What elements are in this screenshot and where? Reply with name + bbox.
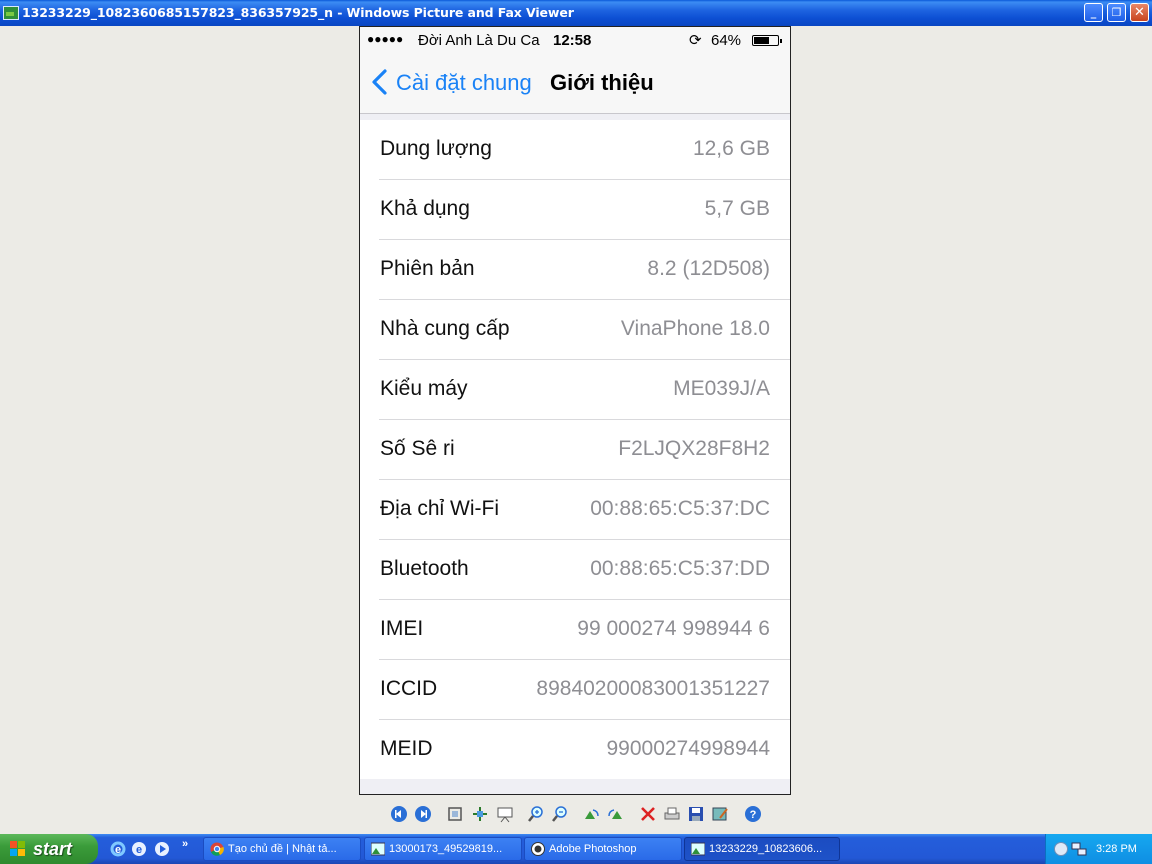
windows-logo-icon (10, 841, 25, 856)
task-label: Tạo chủ đề | Nhật tả... (228, 843, 337, 855)
picture-viewer-icon (691, 842, 705, 856)
taskbar-button-image-2[interactable]: 13233229_10823606... (684, 837, 840, 861)
quick-launch-overflow-icon[interactable]: » (182, 838, 188, 850)
row-value: 99 000274 998944 6 (577, 617, 770, 640)
row-value: ME039J/A (673, 377, 770, 400)
row-label: Nhà cung cấp (380, 317, 510, 340)
rotation-lock-icon: ⟳ (689, 32, 702, 49)
svg-text:?: ? (750, 809, 757, 821)
slideshow-icon[interactable] (496, 805, 514, 823)
table-row: Địa chỉ Wi-Fi 00:88:65:C5:37:DC (379, 480, 790, 540)
taskbar-button-chrome[interactable]: Tạo chủ đề | Nhật tả... (203, 837, 361, 861)
taskbar-button-image-1[interactable]: 13000173_49529819... (364, 837, 522, 861)
carrier-name: Đời Anh Là Du Ca (418, 32, 540, 49)
zoom-out-icon[interactable] (551, 805, 569, 823)
row-value: 00:88:65:C5:37:DD (590, 557, 770, 580)
best-fit-icon[interactable] (446, 805, 464, 823)
picture-viewer-icon (371, 842, 385, 856)
row-value: 99000274998944 (606, 737, 770, 760)
taskbar-clock: 3:28 PM (1096, 843, 1137, 855)
row-label: Kiểu máy (380, 377, 468, 400)
chrome-icon (210, 842, 224, 856)
table-row: Bluetooth 00:88:65:C5:37:DD (379, 540, 790, 600)
battery-icon (752, 35, 782, 46)
next-image-icon[interactable] (414, 805, 432, 823)
zoom-in-icon[interactable] (527, 805, 545, 823)
media-player-icon[interactable] (154, 841, 170, 857)
back-button-label[interactable]: Cài đặt chung (396, 70, 532, 96)
row-label: Bluetooth (380, 557, 469, 580)
row-label: Phiên bản (380, 257, 475, 280)
ios-navigation-bar: Cài đặt chung Giới thiệu (360, 55, 790, 114)
row-value: VinaPhone 18.0 (620, 317, 770, 340)
network-icon[interactable] (1071, 841, 1087, 857)
ios-status-bar: ●●●●● Đời Anh Là Du Ca 12:58 ⟳ 64% (360, 27, 790, 55)
tray-expand-icon[interactable] (1054, 842, 1068, 856)
row-label: MEID (380, 737, 433, 760)
print-icon[interactable] (663, 805, 681, 823)
row-label: IMEI (380, 617, 424, 640)
battery-percent: 64% (711, 32, 742, 49)
table-row: Phiên bản 8.2 (12D508) (379, 240, 790, 300)
back-chevron-icon[interactable] (371, 69, 389, 95)
row-value: F2LJQX28F8H2 (618, 437, 770, 460)
window-title-bar[interactable]: 13233229_1082360685157823_836357925_n - … (0, 0, 1152, 26)
table-row: Khả dụng 5,7 GB (379, 180, 790, 240)
start-label: start (33, 839, 73, 859)
save-icon[interactable] (687, 805, 705, 823)
task-label: 13000173_49529819... (389, 843, 503, 855)
row-label: Địa chỉ Wi-Fi (380, 497, 499, 520)
table-row: Dung lượng 12,6 GB (379, 120, 790, 180)
table-row: Số Sê ri F2LJQX28F8H2 (379, 420, 790, 480)
row-label: Dung lượng (380, 137, 492, 160)
page-title: Giới thiệu (550, 70, 654, 95)
row-label: ICCID (380, 677, 438, 700)
start-button[interactable]: start (0, 834, 98, 864)
minimize-button[interactable]: _ (1084, 3, 1103, 22)
table-row: ICCID 89840200083001351227 (379, 660, 790, 720)
table-row: IMEI 99 000274 998944 6 (379, 600, 790, 660)
rotate-clockwise-icon[interactable] (583, 805, 601, 823)
restore-button[interactable]: ❐ (1107, 3, 1126, 22)
task-label: 13233229_10823606... (709, 843, 823, 855)
row-value: 12,6 GB (692, 137, 770, 160)
battery-level (754, 37, 769, 44)
actual-size-icon[interactable] (471, 805, 489, 823)
table-row: Kiểu máy ME039J/A (379, 360, 790, 420)
window-title: 13233229_1082360685157823_836357925_n - … (22, 5, 574, 20)
row-label: Số Sê ri (380, 437, 455, 460)
row-value: 00:88:65:C5:37:DC (590, 497, 770, 520)
taskbar-button-photoshop[interactable]: Adobe Photoshop (524, 837, 682, 861)
row-value: 8.2 (12D508) (647, 257, 770, 280)
signal-strength-icon: ●●●●● (367, 32, 404, 46)
previous-image-icon[interactable] (390, 805, 408, 823)
delete-icon[interactable] (639, 805, 657, 823)
svg-text:e: e (136, 844, 142, 856)
task-label: Adobe Photoshop (549, 843, 637, 855)
row-value: 89840200083001351227 (536, 677, 770, 700)
row-value: 5,7 GB (704, 197, 770, 220)
minimize-icon: _ (1090, 6, 1097, 19)
displayed-image: ●●●●● Đời Anh Là Du Ca 12:58 ⟳ 64% Cài đ… (359, 26, 791, 795)
photoshop-icon (531, 842, 545, 856)
help-icon[interactable]: ? (744, 805, 762, 823)
row-label: Khả dụng (380, 197, 470, 220)
table-row: MEID 99000274998944 (379, 720, 790, 779)
picture-viewer-icon (3, 6, 19, 20)
rotate-counterclockwise-icon[interactable] (606, 805, 624, 823)
viewer-toolbar: ? (386, 803, 766, 827)
internet-explorer-icon[interactable]: e (110, 841, 126, 857)
svg-text:e: e (115, 844, 121, 856)
edit-icon[interactable] (711, 805, 729, 823)
restore-icon: ❐ (1111, 6, 1122, 19)
close-icon: ✕ (1134, 5, 1145, 20)
show-desktop-icon[interactable]: e (131, 841, 147, 857)
windows-taskbar: start e e » Tạo chủ đề | Nhật tả... 1300… (0, 834, 1152, 864)
status-time: 12:58 (553, 32, 592, 49)
about-info-table: Dung lượng 12,6 GB Khả dụng 5,7 GB Phiên bản… (360, 120, 790, 779)
table-row: Nhà cung cấp VinaPhone 18.0 (379, 300, 790, 360)
system-tray: 3:28 PM (1045, 834, 1152, 864)
close-button[interactable]: ✕ (1130, 3, 1149, 22)
